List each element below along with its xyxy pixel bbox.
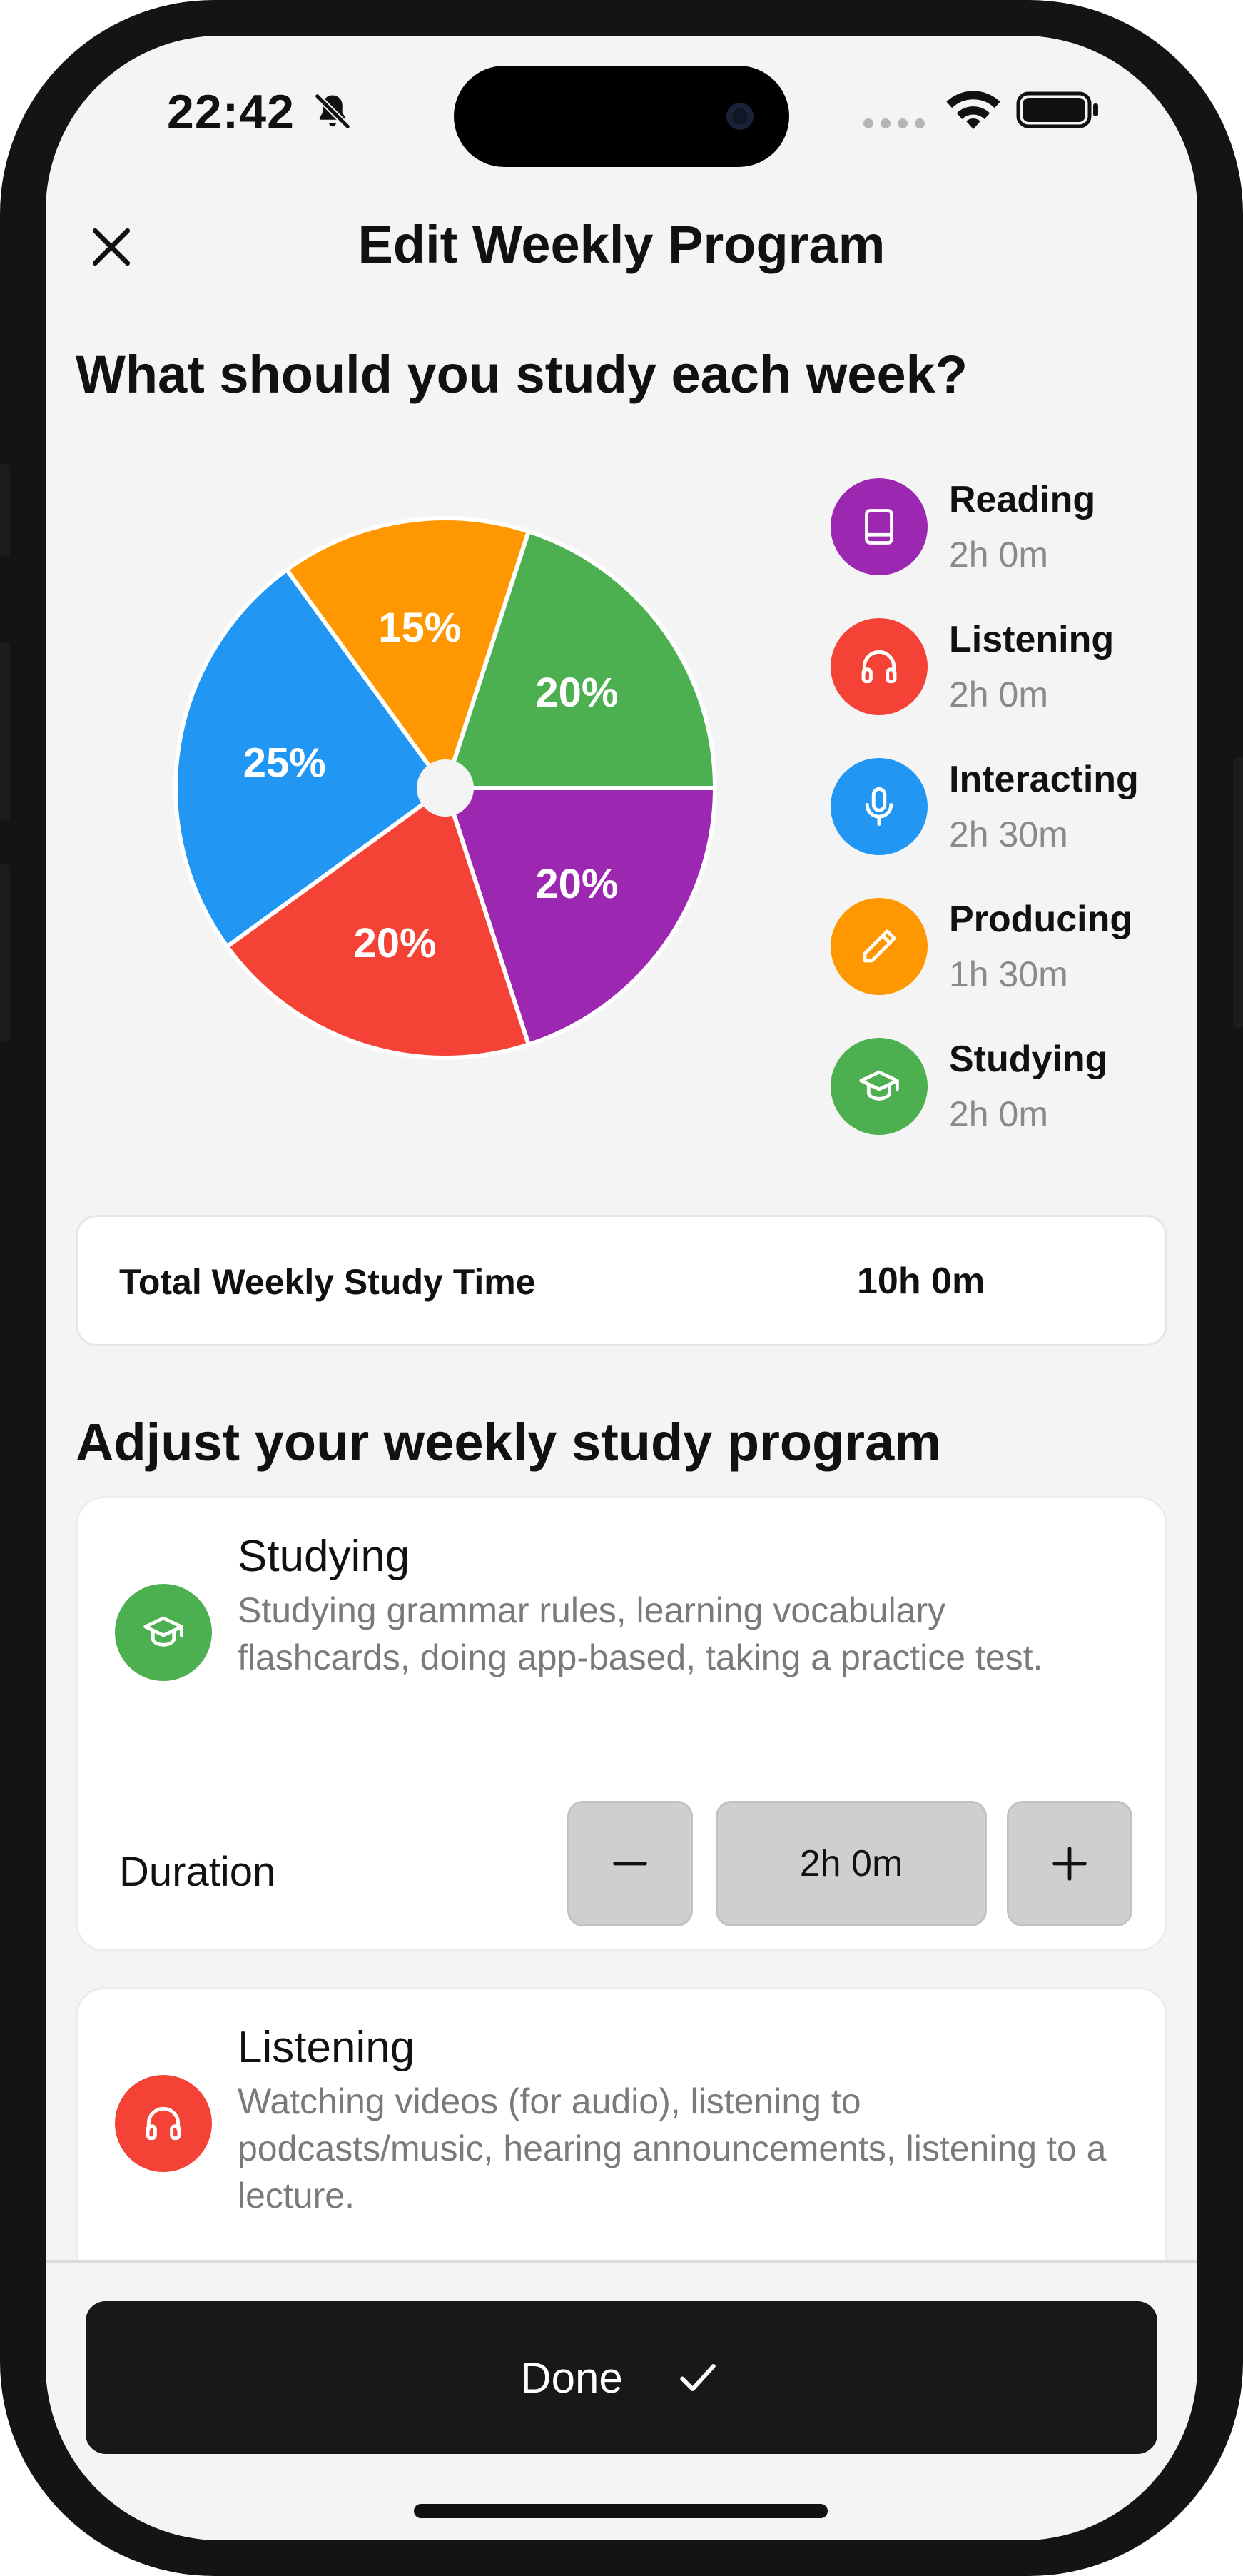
adjust-title: Adjust your weekly study program bbox=[76, 1413, 942, 1472]
legend-name: Interacting bbox=[949, 759, 1139, 800]
category-name: Listening bbox=[238, 2023, 415, 2072]
bell-off-icon bbox=[314, 93, 351, 130]
pie-label-reading: 20% bbox=[535, 861, 618, 907]
graduation-cap-icon bbox=[115, 1584, 212, 1681]
graduation-cap-icon bbox=[831, 1038, 928, 1135]
duration-value: 2h 0m bbox=[716, 1801, 987, 1926]
page-title: Edit Weekly Program bbox=[357, 215, 886, 274]
category-name: Studying bbox=[238, 1532, 410, 1581]
camera-lens bbox=[726, 103, 754, 130]
legend-time: 2h 0m bbox=[949, 1094, 1048, 1134]
duration-label: Duration bbox=[119, 1849, 276, 1895]
pie-center-hole bbox=[417, 759, 474, 817]
decrease-duration-button[interactable] bbox=[567, 1801, 693, 1926]
legend-name: Listening bbox=[949, 619, 1115, 660]
pie-label-studying: 20% bbox=[535, 670, 618, 716]
legend-name: Producing bbox=[949, 899, 1133, 940]
side-button bbox=[1233, 757, 1243, 1028]
minus-icon bbox=[613, 1862, 647, 1866]
total-study-time-card: Total Weekly Study Time 10h 0m bbox=[76, 1215, 1167, 1346]
category-description: Watching videos (for audio), listening t… bbox=[238, 2081, 1107, 2216]
microphone-icon bbox=[831, 758, 928, 855]
pie-label-listening: 20% bbox=[353, 920, 436, 966]
pie-label-interacting: 25% bbox=[243, 739, 326, 786]
checkmark-icon bbox=[679, 2364, 716, 2391]
status-time: 22:42 bbox=[167, 85, 295, 139]
dynamic-island bbox=[454, 66, 789, 167]
done-label: Done bbox=[520, 2353, 623, 2402]
wifi-icon bbox=[946, 91, 1000, 129]
headphones-icon bbox=[115, 2075, 212, 2172]
legend-name: Reading bbox=[949, 479, 1096, 520]
legend-item-listening: Listening 2h 0m bbox=[831, 618, 1187, 732]
legend-item-interacting: Interacting 2h 30m bbox=[831, 758, 1187, 872]
plus-icon bbox=[1052, 1847, 1087, 1881]
increase-duration-button[interactable] bbox=[1007, 1801, 1132, 1926]
screen: 22:42 Edit Weekly Program What should yo… bbox=[46, 36, 1197, 2540]
overview-title: What should you study each week? bbox=[76, 345, 968, 404]
legend-time: 2h 30m bbox=[949, 814, 1068, 854]
side-button bbox=[0, 864, 10, 1042]
total-value: 10h 0m bbox=[857, 1261, 985, 1302]
category-card-studying: Studying Studying grammar rules, learnin… bbox=[76, 1496, 1167, 1951]
battery-icon bbox=[1016, 91, 1098, 128]
legend-time: 2h 0m bbox=[949, 675, 1048, 714]
side-button bbox=[0, 464, 10, 557]
legend-name: Studying bbox=[949, 1039, 1108, 1080]
category-description: Studying grammar rules, learning vocabul… bbox=[238, 1590, 1043, 1677]
cellular-dots-icon bbox=[863, 118, 925, 128]
legend-item-reading: Reading 2h 0m bbox=[831, 478, 1187, 592]
study-distribution-pie-chart: 20% 20% 25% 15% 20% bbox=[173, 516, 717, 1060]
done-button[interactable]: Done bbox=[86, 2301, 1157, 2454]
total-label: Total Weekly Study Time bbox=[119, 1262, 536, 1302]
headphones-icon bbox=[831, 618, 928, 715]
side-button bbox=[0, 642, 10, 821]
legend-time: 2h 0m bbox=[949, 535, 1048, 575]
pie-label-producing: 15% bbox=[378, 605, 461, 651]
legend-time: 1h 30m bbox=[949, 954, 1068, 994]
book-icon bbox=[831, 478, 928, 575]
legend-item-producing: Producing 1h 30m bbox=[831, 898, 1187, 1012]
pencil-icon bbox=[831, 898, 928, 995]
legend-item-studying: Studying 2h 0m bbox=[831, 1038, 1187, 1152]
